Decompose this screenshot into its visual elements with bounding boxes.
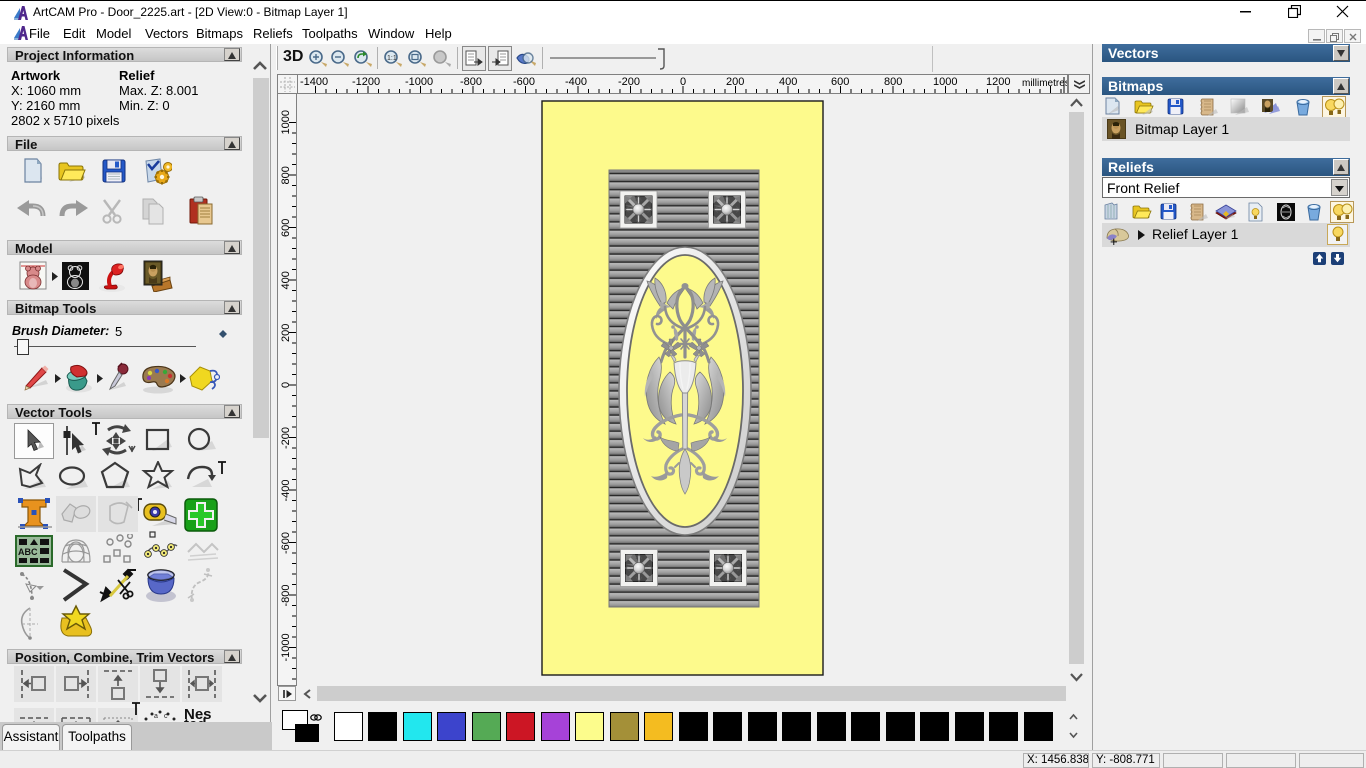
svg-text:-800: -800 xyxy=(460,76,482,88)
svg-text:-400: -400 xyxy=(565,76,587,88)
svg-text:a: a xyxy=(154,713,158,720)
svg-text:-1400: -1400 xyxy=(300,76,328,88)
svg-text:1:1: 1:1 xyxy=(387,55,397,62)
svg-text:-1200: -1200 xyxy=(352,76,380,88)
svg-text:-1000: -1000 xyxy=(405,76,433,88)
svg-text:millimetres: millimetres xyxy=(1022,78,1067,89)
svg-text:-600: -600 xyxy=(513,76,535,88)
svg-text:-200: -200 xyxy=(618,76,640,88)
svg-text:ABC: ABC xyxy=(18,547,38,557)
svg-text:c: c xyxy=(164,713,168,720)
